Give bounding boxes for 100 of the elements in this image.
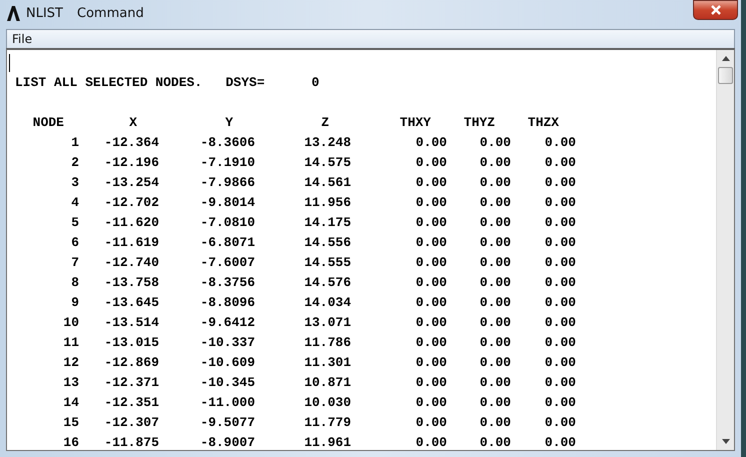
scroll-thumb[interactable] <box>718 67 733 84</box>
table-cell-text: 14.561 <box>303 174 351 192</box>
table-cell-text: -7.6007 <box>199 254 255 272</box>
table-cell-text: 0.00 <box>414 334 447 352</box>
table-cell-text: 0.00 <box>414 154 447 172</box>
table-cell-text: 2 <box>70 154 79 172</box>
table-cell-text: -12.869 <box>103 354 159 372</box>
table-cell-text: 0.00 <box>478 214 511 232</box>
table-cell-text: 0.00 <box>478 314 511 332</box>
table-cell-text: 14.575 <box>303 154 351 172</box>
table-cell-text: -12.307 <box>103 414 159 432</box>
table-cell-text: 13.071 <box>303 314 351 332</box>
table-cell-text: 0.00 <box>544 374 576 392</box>
table-cell-text: -12.702 <box>103 194 159 212</box>
table-cell-text: 0.00 <box>544 234 576 252</box>
table-cell-text: 0.00 <box>478 374 511 392</box>
column-header: Y <box>224 114 234 132</box>
table-cell-text: 0.00 <box>544 154 576 172</box>
table-cell-text: 0.00 <box>544 294 576 312</box>
table-cell-text: 11.779 <box>303 414 351 432</box>
table-cell-text: 0.00 <box>478 434 511 450</box>
table-cell-text: 0.00 <box>478 394 511 412</box>
table-cell-text: -12.196 <box>103 154 159 172</box>
table-cell-text: -9.5077 <box>199 414 255 432</box>
table-cell-text: 0.00 <box>478 154 511 172</box>
menu-item[interactable]: File <box>7 32 38 46</box>
column-header: THZX <box>526 114 560 132</box>
table-cell-text: 0.00 <box>478 414 511 432</box>
table-cell-text: -11.875 <box>103 434 159 450</box>
table-cell-text: 0.00 <box>478 174 511 192</box>
table-cell-text: 4 <box>70 194 79 212</box>
table-cell-text: -8.3606 <box>199 134 255 152</box>
table-cell-text: 3 <box>70 174 79 192</box>
table-cell-text: 0.00 <box>414 254 447 272</box>
table-cell-text: 11.961 <box>303 434 351 450</box>
table-cell-text: 10 <box>62 314 79 332</box>
table-cell-text: 0.00 <box>478 134 511 152</box>
table-cell-text: 0.00 <box>478 194 511 212</box>
table-cell-text: -7.1910 <box>199 154 255 172</box>
app-logo-icon <box>6 5 20 21</box>
table-cell-text: 0.00 <box>478 354 511 372</box>
vertical-scrollbar[interactable] <box>716 50 734 450</box>
table-cell-text: 12 <box>62 354 79 372</box>
table-cell-text: 9 <box>70 294 79 312</box>
table-cell-text: -13.254 <box>103 174 159 192</box>
scroll-down-icon[interactable] <box>722 439 730 444</box>
table-cell-text: 11.301 <box>303 354 351 372</box>
table-cell-text: 0.00 <box>414 134 447 152</box>
table-cell-text: 0.00 <box>544 354 576 372</box>
table-cell-text: 16 <box>62 434 79 450</box>
table-cell-text: -6.8071 <box>199 234 255 252</box>
table-cell-text: 0.00 <box>544 314 576 332</box>
table-cell-text: 0.00 <box>544 334 576 352</box>
table-cell-text: 14.555 <box>303 254 351 272</box>
table-cell-text: 14.175 <box>303 214 351 232</box>
close-button[interactable] <box>693 0 738 20</box>
table-cell-text: 10.871 <box>303 374 351 392</box>
table-cell-text: 0.00 <box>478 254 511 272</box>
table-cell-text: 8 <box>70 274 79 292</box>
column-header: THXY <box>398 114 432 132</box>
table-cell-text: 13.248 <box>303 134 351 152</box>
window-title: Command <box>77 6 144 20</box>
table-cell-text: -9.8014 <box>199 194 255 212</box>
close-icon <box>710 5 720 15</box>
table-cell-text: 14.556 <box>303 234 351 252</box>
table-cell-text: 0.00 <box>478 334 511 352</box>
table-cell-text: 0.00 <box>478 294 511 312</box>
table-cell-text: 11 <box>62 334 79 352</box>
table-cell-text: -10.345 <box>199 374 255 392</box>
table-cell-text: 0.00 <box>478 274 511 292</box>
column-header: Z <box>320 114 330 132</box>
table-cell-text: 13 <box>62 374 79 392</box>
table-cell-text: 5 <box>70 214 79 232</box>
scroll-up-icon[interactable] <box>722 56 730 61</box>
table-cell-text: 0.00 <box>544 194 576 212</box>
table-cell-text: -11.000 <box>199 394 255 412</box>
column-header: THYZ <box>462 114 496 132</box>
table-cell-text: -8.9007 <box>199 434 255 450</box>
table-cell-text: 0.00 <box>544 274 576 292</box>
table-cell-text: -13.514 <box>103 314 159 332</box>
table-cell-text: 0.00 <box>544 434 576 450</box>
table-cell-text: 0.00 <box>414 434 447 450</box>
table-cell-text: -12.740 <box>103 254 159 272</box>
table-cell-text: 0.00 <box>414 274 447 292</box>
table-cell-text: 14.034 <box>303 294 351 312</box>
table-cell-text: -8.3756 <box>199 274 255 292</box>
table-cell-text: 0.00 <box>544 394 576 412</box>
table-cell-text: 0.00 <box>414 394 447 412</box>
table-cell-text: -7.9866 <box>199 174 255 192</box>
table-cell-text: 0.00 <box>544 254 576 272</box>
table-cell-text: -13.015 <box>103 334 159 352</box>
table-cell-text: -9.6412 <box>199 314 255 332</box>
table-cell-text: 0.00 <box>478 234 511 252</box>
table-cell-text: 11.786 <box>303 334 351 352</box>
table-cell-text: 7 <box>70 254 79 272</box>
table-cell-text: 10.030 <box>303 394 351 412</box>
table-cell-text: 0.00 <box>414 414 447 432</box>
column-header: X <box>128 114 138 132</box>
table-cell-text: -10.609 <box>199 354 255 372</box>
table-cell-text: -12.371 <box>103 374 159 392</box>
